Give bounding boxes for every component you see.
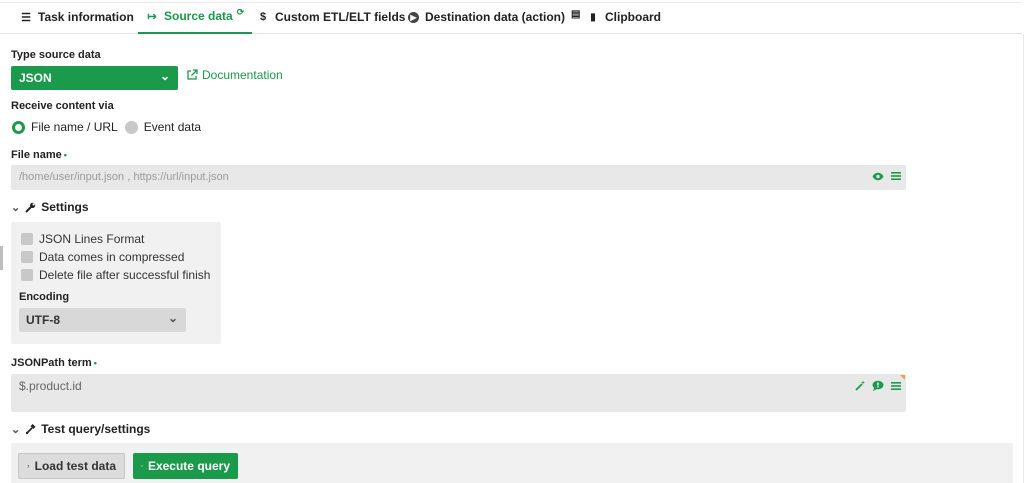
chevron-down-icon: ⌄: [167, 311, 178, 325]
file-name-input[interactable]: /home/user/input.json , https://url/inpu…: [11, 165, 906, 190]
external-link-icon: [187, 69, 198, 80]
upload-icon: [27, 464, 30, 468]
settings-label: Settings: [41, 200, 89, 214]
magic-wand-icon[interactable]: [854, 380, 866, 394]
tab-source-data[interactable]: ↦ Source data ⟳: [138, 0, 253, 34]
play-circle-icon: ▶: [408, 11, 419, 23]
menu-icon[interactable]: [890, 171, 902, 184]
settings-toggle[interactable]: ⌄ Settings: [11, 200, 89, 214]
documentation-label: Documentation: [202, 68, 283, 82]
test-query-label: Test query/settings: [41, 422, 151, 436]
checkbox-label: Delete file after successful finish: [39, 268, 211, 282]
wrench-icon: [25, 202, 36, 213]
clipboard-icon: ▮: [590, 11, 596, 23]
checkbox[interactable]: [21, 233, 33, 245]
radio-event-data[interactable]: [124, 120, 138, 134]
test-query-toggle[interactable]: ⌄ Test query/settings: [11, 422, 150, 436]
tab-custom-etl-fields[interactable]: $ Custom ETL/ELT fields: [257, 0, 406, 34]
source-type-select[interactable]: JSON ⌄: [11, 66, 178, 90]
tab-clipboard[interactable]: ▮ Clipboard: [587, 0, 661, 34]
tab-label: Custom ETL/ELT fields: [275, 10, 406, 24]
tab-label: Destination data (action): [425, 10, 566, 24]
required-mark: •: [63, 150, 67, 160]
resize-corner-icon: [900, 375, 905, 380]
checkbox[interactable]: [21, 269, 33, 281]
document-icon: ▤: [571, 8, 581, 20]
resize-handle[interactable]: [0, 246, 3, 270]
tab-task-information[interactable]: ☰ Task information: [20, 0, 134, 34]
type-source-label: Type source data: [11, 49, 101, 61]
file-name-placeholder: /home/user/input.json , https://url/inpu…: [19, 171, 229, 183]
checkbox-delete-file[interactable]: Delete file after successful finish: [21, 268, 210, 282]
radio-label: File name / URL: [31, 120, 118, 134]
source-type-value: JSON: [19, 71, 52, 85]
checkbox-label: Data comes in compressed: [39, 250, 185, 264]
radio-file-url[interactable]: [12, 120, 25, 134]
documentation-link[interactable]: Documentation: [186, 68, 283, 82]
chevron-down-icon: ⌄: [11, 423, 21, 436]
dollar-icon: $: [259, 11, 267, 23]
comment-icon[interactable]: [872, 380, 884, 394]
execute-query-button[interactable]: Execute query: [133, 453, 238, 479]
tab-label: Clipboard: [605, 10, 661, 24]
file-name-label-text: File name: [11, 149, 62, 161]
checkbox[interactable]: [21, 251, 33, 263]
checkbox-compressed[interactable]: Data comes in compressed: [21, 250, 184, 264]
eye-icon[interactable]: [872, 172, 884, 184]
checkbox-json-lines[interactable]: JSON Lines Format: [21, 232, 144, 246]
panel-divider: [1023, 34, 1024, 483]
encoding-value: UTF-8: [26, 313, 60, 327]
chevron-down-icon: ⌄: [11, 201, 21, 214]
load-test-data-label: Load test data: [34, 459, 116, 473]
encoding-select[interactable]: UTF-8 ⌄: [19, 308, 186, 332]
jsonpath-label-text: JSONPath term: [11, 357, 92, 369]
checkbox-label: JSON Lines Format: [39, 232, 145, 246]
tab-destination-data[interactable]: ▶ Destination data (action) ▤: [408, 0, 580, 34]
load-test-data-button[interactable]: Load test data: [18, 453, 125, 479]
jsonpath-input[interactable]: $.product.id: [11, 374, 906, 412]
jsonpath-label: JSONPath term •: [11, 357, 97, 369]
execute-query-label: Execute query: [147, 459, 230, 473]
refresh-icon: ⟳: [236, 6, 245, 17]
radio-label: Event data: [143, 120, 202, 134]
tab-label: Source data: [164, 9, 233, 23]
encoding-label: Encoding: [19, 291, 70, 303]
test-query-panel: Load test data Execute query: [11, 443, 1013, 483]
import-icon: ↦: [147, 10, 157, 23]
receive-radio-group: File name / URL Event data: [12, 120, 201, 134]
menu-icon[interactable]: [890, 381, 902, 394]
flask-icon: [26, 423, 36, 434]
play-circle-icon: [141, 465, 143, 467]
settings-panel: JSON Lines Format Data comes in compress…: [11, 222, 221, 344]
list-icon: ☰: [21, 11, 31, 24]
jsonpath-value: $.product.id: [19, 379, 82, 393]
chevron-down-icon: ⌄: [159, 69, 170, 83]
receive-content-label: Receive content via: [11, 100, 114, 112]
file-name-label: File name •: [11, 149, 67, 161]
tab-bar: ☰ Task information ↦ Source data ⟳ $ Cus…: [0, 0, 1022, 34]
tab-label: Task information: [38, 10, 134, 24]
required-mark: •: [93, 358, 97, 368]
